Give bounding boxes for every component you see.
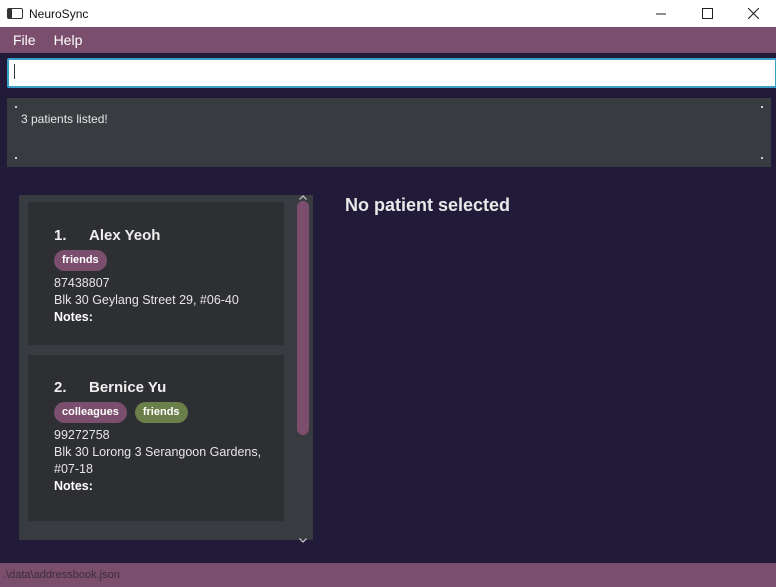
patient-phone: 99272758 (54, 428, 110, 442)
result-display: 3 patients listed! (7, 98, 771, 167)
list-scrollbar[interactable] (293, 194, 313, 543)
patient-index: 2. (54, 379, 67, 396)
app-window-icon (7, 8, 23, 19)
patient-name: Bernice Yu (89, 379, 167, 396)
window-title: NeuroSync (29, 6, 89, 21)
patient-index: 1. (54, 227, 67, 244)
result-message: 3 patients listed! (21, 112, 108, 126)
patient-notes-label: Notes: (54, 479, 93, 493)
title-bar: NeuroSync (0, 0, 776, 27)
patient-address-continued: #07-18 (54, 462, 93, 476)
minimize-icon (656, 13, 666, 14)
tag-list: colleagues friends (54, 402, 284, 423)
corner-dot (761, 157, 763, 159)
window-controls (638, 0, 776, 27)
close-icon (747, 8, 759, 19)
corner-dot (761, 106, 763, 108)
command-input[interactable] (7, 58, 776, 88)
corner-dot (15, 106, 17, 108)
detail-empty-message: No patient selected (345, 195, 511, 215)
patient-card[interactable]: 2. Bernice Yu colleagues friends 9927275… (28, 355, 284, 521)
close-button[interactable] (730, 0, 776, 27)
patient-address: Blk 30 Geylang Street 29, #06-40 (54, 293, 239, 307)
patient-name: Alex Yeoh (89, 227, 161, 244)
tag-friends: friends (134, 402, 188, 423)
minimize-button[interactable] (638, 0, 684, 27)
corner-dot (15, 157, 17, 159)
patient-card-title: 2. Bernice Yu (54, 379, 284, 396)
save-file-path: .\data\addressbook.json (3, 569, 120, 581)
patient-phone: 87438807 (54, 276, 110, 290)
maximize-button[interactable] (684, 0, 730, 27)
status-bar: .\data\addressbook.json (0, 563, 776, 587)
tag-friends: friends (54, 250, 107, 271)
menu-help[interactable]: Help (45, 32, 92, 48)
patient-card[interactable]: 1. Alex Yeoh friends 87438807 Blk 30 Gey… (28, 202, 284, 345)
maximize-icon (701, 8, 713, 19)
patient-notes-label: Notes: (54, 310, 93, 324)
chevron-up-icon (299, 194, 307, 200)
menu-bar: File Help (0, 27, 776, 53)
tag-colleagues: colleagues (54, 402, 127, 423)
patient-list[interactable]: 1. Alex Yeoh friends 87438807 Blk 30 Gey… (19, 195, 313, 540)
tag-list: friends (54, 250, 284, 271)
text-cursor (14, 64, 15, 79)
scroll-thumb[interactable] (297, 201, 309, 435)
scroll-down-button[interactable] (297, 535, 309, 545)
patient-card-title: 1. Alex Yeoh (54, 227, 284, 244)
patient-address: Blk 30 Lorong 3 Serangoon Gardens, (54, 445, 262, 459)
menu-file[interactable]: File (0, 32, 45, 48)
chevron-down-icon (299, 537, 307, 543)
